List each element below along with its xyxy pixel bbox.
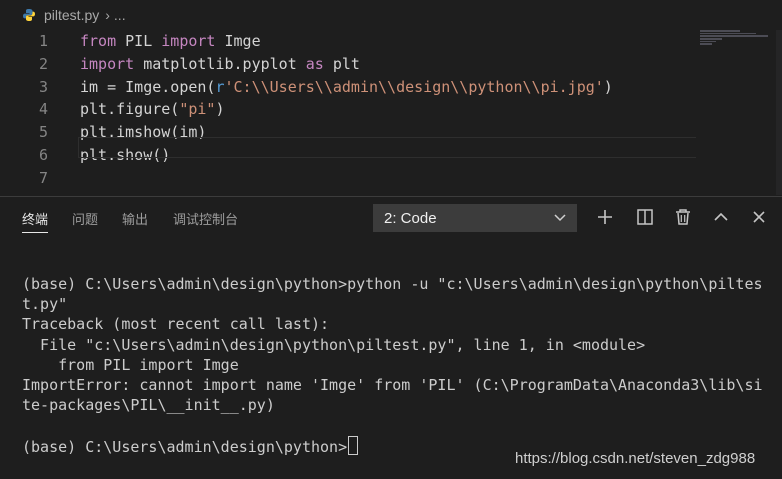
terminal-output[interactable]: (base) C:\Users\admin\design\python>pyth…	[22, 274, 767, 457]
terminal-line-text: Traceback (most recent call last):	[22, 315, 330, 334]
code-editor[interactable]: 1 from PIL import Imge 2 import matplotlib.…	[0, 30, 782, 195]
breadcrumb-file[interactable]: piltest.py	[44, 7, 99, 23]
code-token: 'C:\\Users\\admin\\design\\python\\pi.jp…	[224, 77, 604, 96]
terminal-line-text: (base) C:\Users\admin\design\python>pyth…	[22, 275, 763, 293]
code-token: r	[215, 77, 225, 96]
code-text: im = Imge.open(r'C:\\Users\\admin\\desig…	[80, 76, 613, 99]
line-number: 5	[38, 123, 48, 142]
code-token: matplotlib.pyplot	[134, 54, 306, 73]
line-number: 1	[38, 32, 48, 50]
terminal-line: File "c:\Users\admin\design\python\pilte…	[22, 335, 767, 355]
terminal-line: Traceback (most recent call last):	[22, 314, 767, 334]
terminal-line-text: (base) C:\Users\admin\design\python>	[22, 437, 348, 456]
code-token: import	[161, 32, 216, 50]
trash-icon[interactable]	[674, 208, 692, 226]
code-token: "pi"	[179, 100, 216, 119]
code-line[interactable]: 1 from PIL import Imge	[0, 30, 782, 53]
terminal-line-text: te-packages\PIL\__init__.py)	[22, 396, 275, 415]
terminal-line: ImportError: cannot import name 'Imge' f…	[22, 375, 767, 395]
line-number: 6	[38, 145, 48, 164]
watermark: https://blog.csdn.net/steven_zdg988	[515, 450, 756, 467]
code-line[interactable]: 2 import matplotlib.pyplot as plt	[0, 53, 782, 76]
line-number: 3	[38, 77, 48, 96]
code-text: plt.figure("pi")	[80, 98, 225, 121]
code-token: im = Imge.open(	[80, 77, 216, 96]
code-token: )	[215, 100, 225, 119]
chevron-down-icon	[554, 214, 566, 222]
python-file-icon	[23, 9, 35, 21]
code-token: PIL	[116, 32, 162, 50]
code-token: Imge	[215, 32, 261, 50]
code-token: plt	[323, 54, 360, 73]
tab-output[interactable]: 输出	[122, 209, 148, 228]
terminal-line-text: t.py"	[22, 295, 68, 314]
chevron-up-icon[interactable]	[712, 208, 730, 226]
code-text: from PIL import Imge	[80, 30, 261, 53]
current-line-highlight	[78, 137, 696, 158]
tab-problems[interactable]: 问题	[72, 209, 98, 228]
terminal-line: te-packages\PIL\__init__.py)	[22, 395, 767, 415]
terminal-cursor	[348, 435, 359, 455]
editor-scrollbar[interactable]	[776, 30, 782, 195]
code-line[interactable]: 4 plt.figure("pi")	[0, 98, 782, 121]
code-line[interactable]: 7	[0, 167, 782, 190]
terminal-select-value: 2: Code	[384, 209, 437, 227]
line-number: 2	[38, 54, 48, 73]
code-token: as	[305, 54, 324, 73]
terminal-select[interactable]: 2: Code	[373, 204, 577, 232]
plus-icon[interactable]	[596, 208, 614, 226]
breadcrumb: piltest.py › ...	[0, 0, 782, 30]
code-token: )	[603, 77, 613, 96]
terminal-line: (base) C:\Users\admin\design\python>pyth…	[22, 274, 767, 294]
tab-terminal[interactable]: 终端	[22, 209, 49, 233]
line-number: 4	[38, 100, 48, 119]
terminal-line: t.py"	[22, 294, 767, 314]
terminal-line: from PIL import Imge	[22, 355, 767, 375]
line-number: 7	[38, 168, 48, 187]
terminal-line-text: ImportError: cannot import name 'Imge' f…	[22, 376, 763, 395]
terminal-line-text: File "c:\Users\admin\design\python\pilte…	[22, 335, 646, 354]
tab-debug-console[interactable]: 调试控制台	[173, 209, 238, 228]
code-line[interactable]: 3 im = Imge.open(r'C:\\Users\\admin\\desi…	[0, 76, 782, 99]
code-token: plt.figure(	[80, 100, 180, 119]
minimap[interactable]	[700, 30, 772, 50]
code-text: import matplotlib.pyplot as plt	[80, 53, 360, 76]
code-token: from	[80, 32, 117, 50]
chevron-right-icon: ›	[105, 7, 110, 23]
split-icon[interactable]	[636, 208, 654, 226]
breadcrumb-more[interactable]: ...	[114, 7, 126, 23]
terminal-line-text: from PIL import Imge	[22, 355, 239, 374]
code-token: import	[80, 54, 135, 73]
close-icon[interactable]	[750, 208, 768, 226]
